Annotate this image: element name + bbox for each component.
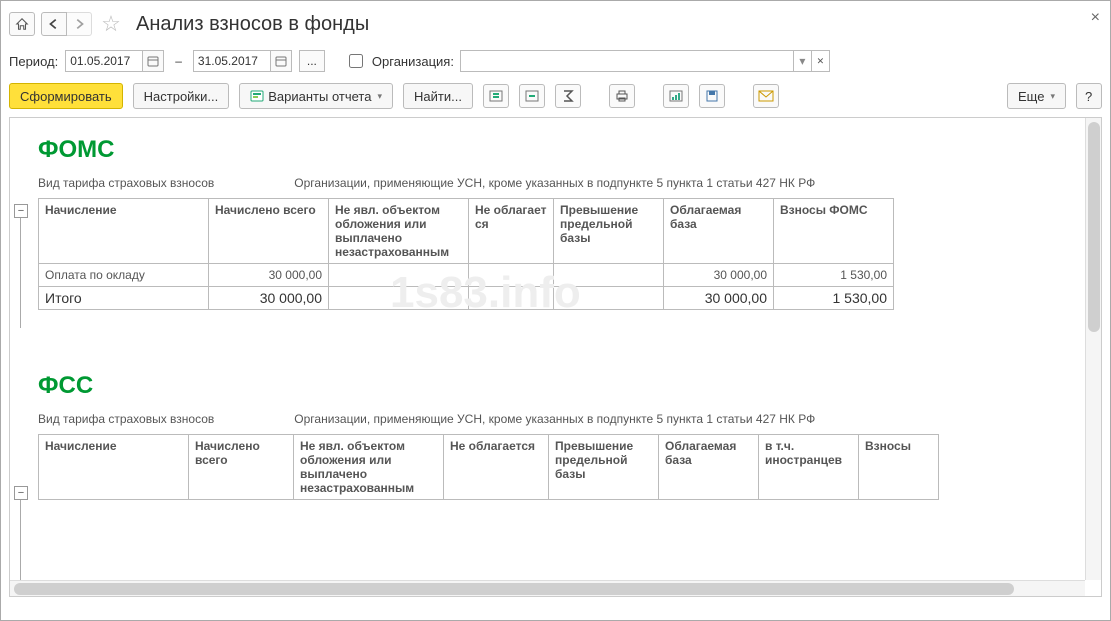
period-label: Период: <box>9 54 58 69</box>
nav-back-button[interactable] <box>41 12 67 36</box>
period-to-input[interactable] <box>193 50 271 72</box>
tariff-value: Организации, применяющие УСН, кроме указ… <box>294 176 815 190</box>
column-header: Не облагает ся <box>469 199 554 264</box>
period-choose-button[interactable]: ... <box>299 50 325 72</box>
org-label: Организация: <box>372 54 454 69</box>
org-clear-button[interactable]: ✕ <box>811 51 829 71</box>
page-title: Анализ взносов в фонды <box>136 13 369 36</box>
app-window: × ☆ Анализ взносов в фонды Период: – <box>0 0 1111 621</box>
column-header: Начисление <box>39 199 209 264</box>
org-field: ▾ ✕ <box>460 50 830 72</box>
favorite-star-icon[interactable]: ☆ <box>98 11 124 37</box>
more-button[interactable]: Еще ▾ <box>1007 83 1066 109</box>
tariff-row: Вид тарифа страховых взносов Организации,… <box>38 176 1079 190</box>
toolbar: Сформировать Настройки... Варианты отчет… <box>9 83 1102 109</box>
more-label: Еще <box>1018 89 1044 104</box>
section-title: ФСС <box>38 372 1079 400</box>
vertical-scrollbar[interactable] <box>1085 118 1101 580</box>
find-button[interactable]: Найти... <box>403 83 473 109</box>
period-from-calendar-button[interactable] <box>142 50 164 72</box>
tariff-label: Вид тарифа страховых взносов <box>38 176 214 190</box>
chevron-down-icon: ▾ <box>377 91 382 102</box>
report-area: − − 1s83.info ФОМСВид тарифа страховых в… <box>9 117 1102 597</box>
collapse-groups-button[interactable] <box>519 84 545 108</box>
data-table: НачислениеНачислено всегоНе явл. объекто… <box>38 198 894 310</box>
section-title: ФОМС <box>38 136 1079 164</box>
generate-button[interactable]: Сформировать <box>9 83 123 109</box>
org-input[interactable] <box>461 51 793 71</box>
horizontal-scrollbar[interactable] <box>10 580 1085 596</box>
column-header: Не явл. объектом обложения или выплачено… <box>294 435 444 500</box>
column-header: Начислено всего <box>209 199 329 264</box>
tariff-value: Организации, применяющие УСН, кроме указ… <box>294 412 815 426</box>
period-from-wrap <box>64 49 165 73</box>
cell: 1 530,00 <box>774 264 894 287</box>
table-row: Оплата по окладу30 000,0030 000,001 530,… <box>39 264 894 287</box>
total-row: Итого30 000,0030 000,001 530,00 <box>39 287 894 310</box>
tariff-label: Вид тарифа страховых взносов <box>38 412 214 426</box>
row-label: Оплата по окладу <box>39 264 209 287</box>
email-button[interactable] <box>753 84 779 108</box>
cell: 30 000,00 <box>209 264 329 287</box>
report-variants-label: Варианты отчета <box>268 89 371 104</box>
filter-bar: Период: – ... Организация: ▾ ✕ <box>9 49 1102 73</box>
total-cell <box>329 287 469 310</box>
column-header: Начисление <box>39 435 189 500</box>
org-checkbox[interactable] <box>349 54 363 68</box>
org-dropdown-button[interactable]: ▾ <box>793 51 811 71</box>
total-label: Итого <box>39 287 209 310</box>
period-to-wrap <box>192 49 293 73</box>
sum-button[interactable] <box>555 84 581 108</box>
title-bar: ☆ Анализ взносов в фонды <box>9 7 1102 41</box>
cell <box>469 264 554 287</box>
data-table: НачислениеНачислено всегоНе явл. объекто… <box>38 434 939 500</box>
column-header: Не облагается <box>444 435 549 500</box>
period-to-calendar-button[interactable] <box>270 50 292 72</box>
total-cell: 30 000,00 <box>209 287 329 310</box>
column-header: Начислено всего <box>189 435 294 500</box>
column-header: в т.ч. иностранцев <box>759 435 859 500</box>
total-cell <box>469 287 554 310</box>
period-dash: – <box>171 54 186 68</box>
nav-group <box>41 12 92 36</box>
print-button[interactable] <box>609 84 635 108</box>
report-variants-button[interactable]: Варианты отчета ▾ <box>239 83 393 109</box>
column-header: Облагаемая база <box>664 199 774 264</box>
settings-button[interactable]: Настройки... <box>133 83 230 109</box>
chevron-down-icon: ▾ <box>1050 91 1055 102</box>
total-cell <box>554 287 664 310</box>
column-header: Не явл. объектом обложения или выплачено… <box>329 199 469 264</box>
column-header: Взносы <box>859 435 939 500</box>
nav-forward-button[interactable] <box>66 12 92 36</box>
period-from-input[interactable] <box>65 50 143 72</box>
column-header: Превышение предельной базы <box>554 199 664 264</box>
chart-button[interactable] <box>663 84 689 108</box>
column-header: Взносы ФОМС <box>774 199 894 264</box>
column-header: Превышение предельной базы <box>549 435 659 500</box>
column-header: Облагаемая база <box>659 435 759 500</box>
close-icon[interactable]: × <box>1091 9 1100 27</box>
help-button[interactable]: ? <box>1076 83 1102 109</box>
cell <box>554 264 664 287</box>
cell <box>329 264 469 287</box>
expand-groups-button[interactable] <box>483 84 509 108</box>
total-cell: 30 000,00 <box>664 287 774 310</box>
report-body: 1s83.info ФОМСВид тарифа страховых взнос… <box>10 118 1085 580</box>
tariff-row: Вид тарифа страховых взносов Организации,… <box>38 412 1079 426</box>
cell: 30 000,00 <box>664 264 774 287</box>
total-cell: 1 530,00 <box>774 287 894 310</box>
home-button[interactable] <box>9 12 35 36</box>
save-button[interactable] <box>699 84 725 108</box>
